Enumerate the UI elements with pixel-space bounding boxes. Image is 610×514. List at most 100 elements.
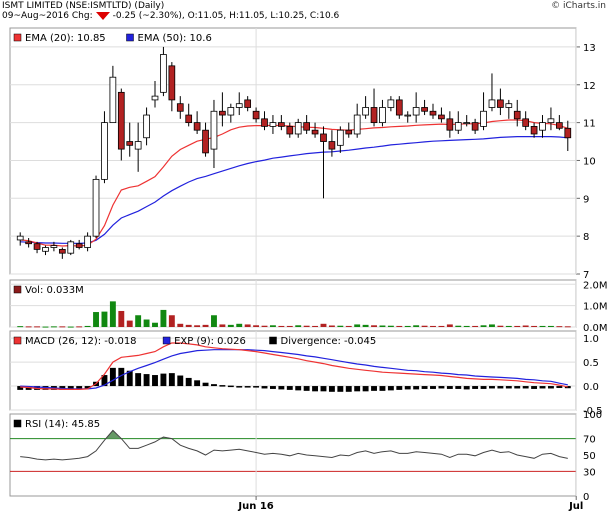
candle-body bbox=[387, 99, 395, 108]
candle-body bbox=[84, 235, 91, 248]
rsi-tick-label: 100 bbox=[583, 410, 602, 421]
candle-body bbox=[176, 103, 184, 112]
price-tick-label: 10 bbox=[583, 156, 596, 167]
candle-body bbox=[143, 114, 150, 139]
macd-hist-bar bbox=[143, 374, 150, 387]
macd-hist-bar bbox=[421, 386, 428, 389]
price-legend-label-0: EMA (20): 10.85 bbox=[25, 33, 106, 44]
candle-body bbox=[362, 107, 369, 116]
volume-bar bbox=[101, 311, 108, 327]
macd-hist-bar bbox=[177, 375, 184, 387]
volume-bar bbox=[160, 309, 167, 327]
volume-bar bbox=[413, 325, 420, 327]
macd-hist-bar bbox=[278, 386, 285, 390]
volume-bar bbox=[67, 326, 74, 328]
candle-body bbox=[117, 91, 125, 150]
macd-hist-bar bbox=[185, 377, 192, 387]
macd-hist-bar bbox=[295, 386, 302, 391]
candle-body bbox=[33, 243, 41, 250]
volume-bar bbox=[438, 325, 445, 327]
rsi-tick-label: 0 bbox=[583, 492, 589, 503]
macd-hist-bar bbox=[472, 386, 479, 389]
macd-hist-bar bbox=[371, 386, 377, 391]
candle-body bbox=[168, 65, 176, 101]
candle-body bbox=[151, 95, 159, 101]
candle-body bbox=[345, 129, 353, 135]
candle-body bbox=[58, 248, 66, 254]
candle-body bbox=[67, 241, 75, 254]
volume-bar bbox=[505, 325, 512, 327]
candle-body bbox=[109, 76, 117, 124]
volume-legend-label-0: Vol: 0.033M bbox=[25, 285, 84, 296]
macd-tick-label: 1.0 bbox=[583, 334, 599, 345]
volume-bar bbox=[556, 326, 563, 328]
candle-body bbox=[505, 103, 513, 108]
macd-legend-label-2: Divergence: -0.045 bbox=[281, 336, 377, 347]
volume-bar bbox=[25, 326, 32, 328]
macd-hist-bar bbox=[194, 380, 201, 387]
volume-bar bbox=[547, 325, 554, 327]
macd-hist-bar bbox=[413, 386, 420, 390]
volume-bar bbox=[379, 325, 386, 327]
macd-hist-bar bbox=[345, 386, 352, 392]
candle-body bbox=[480, 110, 487, 127]
candle-body bbox=[522, 118, 530, 127]
macd-hist-bar bbox=[152, 375, 158, 387]
price-tick-label: 8 bbox=[583, 232, 589, 243]
candle-body bbox=[16, 235, 24, 241]
volume-bar bbox=[286, 325, 293, 327]
volume-bar bbox=[522, 325, 529, 327]
macd-hist-bar bbox=[522, 386, 529, 389]
candle-body bbox=[395, 99, 403, 116]
macd-hist-bar bbox=[379, 386, 386, 391]
price-panel bbox=[9, 27, 577, 275]
macd-hist-bar bbox=[236, 386, 243, 388]
macd-hist-bar bbox=[286, 386, 293, 390]
volume-bar bbox=[295, 325, 302, 327]
volume-bar bbox=[143, 319, 150, 327]
volume-bar bbox=[303, 325, 310, 327]
macd-hist-bar bbox=[261, 386, 268, 389]
volume-bar bbox=[42, 326, 49, 328]
candle-body bbox=[269, 122, 277, 127]
rsi-tick-label: 30 bbox=[583, 467, 596, 478]
volume-bar bbox=[539, 325, 546, 327]
candle-body bbox=[454, 122, 462, 131]
macd-hist-bar bbox=[497, 386, 504, 389]
macd-hist-bar bbox=[396, 386, 403, 390]
candle-body bbox=[564, 127, 572, 139]
candle-body bbox=[92, 178, 100, 237]
macd-hist-bar bbox=[539, 386, 546, 389]
macd-hist-bar bbox=[211, 384, 217, 387]
candle-body bbox=[421, 107, 428, 112]
volume-bar bbox=[387, 325, 394, 327]
volume-bar bbox=[135, 315, 142, 327]
macd-hist-bar bbox=[160, 373, 167, 387]
volume-bar bbox=[236, 323, 243, 327]
candle-body bbox=[320, 133, 327, 142]
price-tick-label: 13 bbox=[583, 43, 596, 54]
candle-body bbox=[50, 245, 58, 248]
candle-body bbox=[446, 118, 454, 131]
candle-body bbox=[328, 141, 336, 150]
volume-bar bbox=[84, 325, 91, 327]
volume-bar bbox=[312, 325, 319, 327]
x-tick-label: Jul bbox=[568, 501, 583, 512]
candle-body bbox=[412, 107, 420, 116]
candle-body bbox=[75, 243, 83, 248]
macd-hist-bar bbox=[320, 386, 327, 392]
macd-tick-label: 0.5 bbox=[583, 358, 599, 369]
macd-hist-bar bbox=[556, 386, 563, 388]
macd-hist-bar bbox=[109, 367, 116, 387]
volume-bar bbox=[244, 324, 251, 327]
price-tick-label: 11 bbox=[583, 119, 596, 130]
candle-body bbox=[530, 126, 538, 135]
macd-hist-bar bbox=[202, 382, 209, 387]
candle-body bbox=[219, 110, 226, 116]
volume-bar bbox=[50, 326, 57, 328]
macd-hist-bar bbox=[168, 373, 175, 387]
macd-hist-bar bbox=[135, 373, 142, 387]
candle-body bbox=[471, 122, 479, 131]
volume-bar bbox=[185, 324, 192, 327]
volume-bar bbox=[93, 312, 99, 327]
